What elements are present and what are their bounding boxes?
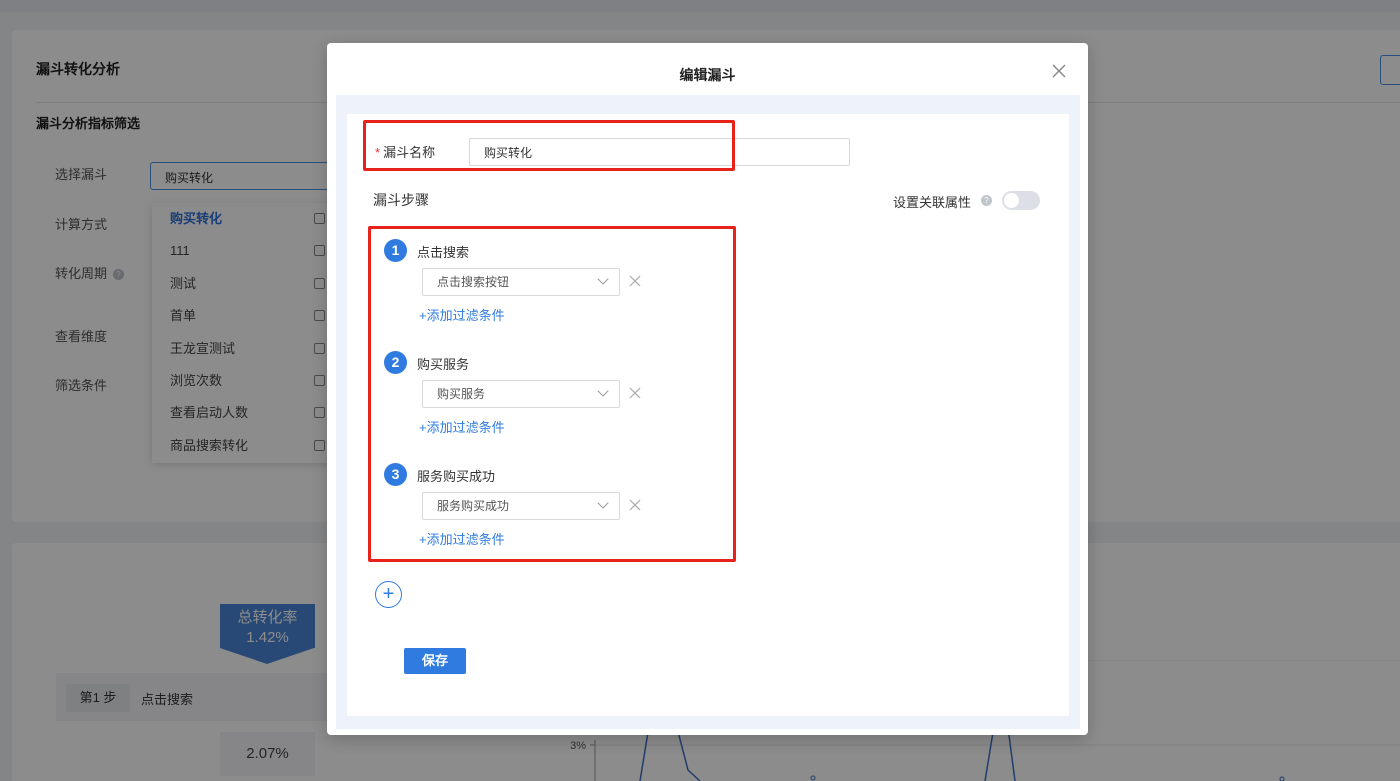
highlight-box-name [363, 120, 735, 171]
step-event-select[interactable]: 购买服务 [422, 380, 620, 408]
save-button[interactable]: 保存 [404, 648, 466, 674]
step-number-badge: 3 [384, 463, 407, 486]
add-filter-link[interactable]: +添加过滤条件 [419, 305, 505, 324]
modal-header: 编辑漏斗 [327, 43, 1088, 95]
assoc-attr-toggle[interactable] [1002, 191, 1040, 210]
step-number-badge: 2 [384, 351, 407, 374]
step-title: 购买服务 [417, 357, 470, 372]
add-filter-link[interactable]: +添加过滤条件 [419, 417, 505, 436]
step-event-select[interactable]: 点击搜索按钮 [422, 268, 620, 296]
close-icon[interactable] [628, 274, 642, 288]
help-icon[interactable]: ? [981, 195, 992, 206]
chevron-down-icon [597, 385, 609, 397]
step-event-select[interactable]: 服务购买成功 [422, 492, 620, 520]
step-title: 点击搜索 [417, 245, 470, 260]
add-filter-link[interactable]: +添加过滤条件 [419, 529, 505, 548]
step-title: 服务购买成功 [417, 469, 496, 484]
step-number-badge: 1 [384, 239, 407, 262]
step-event-value: 服务购买成功 [437, 499, 510, 513]
chevron-down-icon [597, 497, 609, 509]
chevron-down-icon [597, 273, 609, 285]
add-step-button[interactable]: + [375, 581, 402, 608]
assoc-attr-label: 设置关联属性 [893, 195, 972, 210]
close-icon[interactable] [628, 386, 642, 400]
modal-title: 编辑漏斗 [679, 67, 736, 83]
close-icon[interactable] [628, 498, 642, 512]
funnel-steps-label: 漏斗步骤 [373, 192, 429, 208]
step-event-value: 购买服务 [437, 387, 486, 401]
close-icon[interactable] [1049, 61, 1069, 81]
step-event-value: 点击搜索按钮 [437, 275, 510, 289]
toggle-knob [1004, 193, 1019, 208]
